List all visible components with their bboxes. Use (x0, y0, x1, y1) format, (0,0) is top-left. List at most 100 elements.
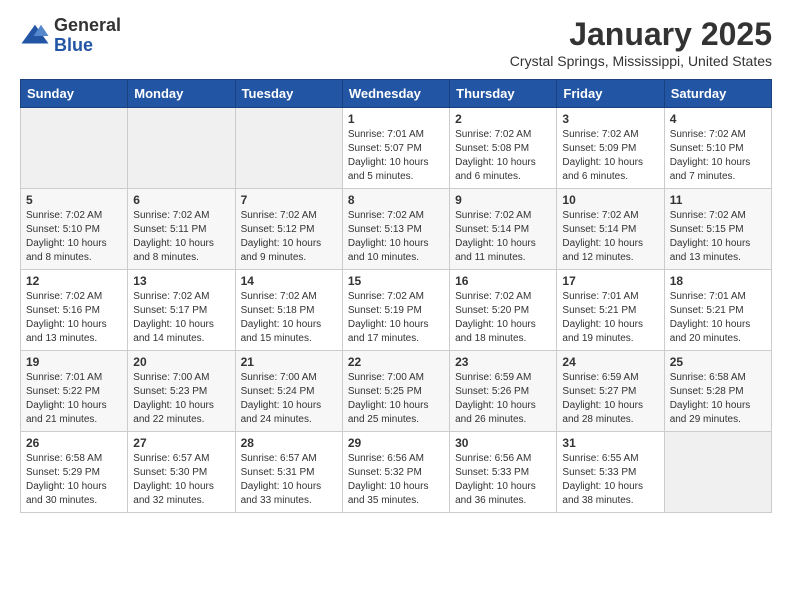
calendar-cell: 4 Sunrise: 7:02 AMSunset: 5:10 PMDaylight… (664, 108, 771, 189)
logo: General Blue (20, 16, 121, 56)
cell-content: Sunrise: 7:01 AMSunset: 5:07 PMDaylight:… (348, 128, 444, 184)
day-number: 12 (26, 274, 122, 288)
logo-text: General Blue (54, 16, 121, 56)
cell-content: Sunrise: 7:02 AMSunset: 5:10 PMDaylight:… (670, 128, 766, 184)
calendar-cell: 21 Sunrise: 7:00 AMSunset: 5:24 PMDayligh… (235, 351, 342, 432)
calendar-cell: 17Sunrise: 7:01 AMSunset: 5:21 PMDayligh… (557, 270, 664, 351)
day-header-saturday: Saturday (664, 80, 771, 108)
header: General Blue January 2025 Crystal Spring… (20, 16, 772, 69)
day-number: 13 (133, 274, 229, 288)
cell-content: Sunrise: 7:02 AMSunset: 5:16 PMDaylight:… (26, 290, 122, 346)
page: General Blue January 2025 Crystal Spring… (0, 0, 792, 533)
calendar-cell: 16 Sunrise: 7:02 AMSunset: 5:20 PMDayligh… (450, 270, 557, 351)
day-number: 4 (670, 112, 766, 126)
logo-blue-text: Blue (54, 36, 121, 56)
calendar-header-row: SundayMondayTuesdayWednesdayThursdayFrid… (21, 80, 772, 108)
calendar-cell: 28Sunrise: 6:57 AMSunset: 5:31 PMDayligh… (235, 432, 342, 513)
day-number: 14 (241, 274, 337, 288)
cell-content: Sunrise: 7:02 AMSunset: 5:20 PMDaylight:… (455, 290, 551, 346)
calendar-cell: 15 Sunrise: 7:02 AMSunset: 5:19 PMDayligh… (342, 270, 449, 351)
calendar-table: SundayMondayTuesdayWednesdayThursdayFrid… (20, 79, 772, 513)
day-number: 17 (562, 274, 658, 288)
calendar-cell: 1 Sunrise: 7:01 AMSunset: 5:07 PMDaylight… (342, 108, 449, 189)
logo-icon (20, 21, 50, 51)
calendar-week-row: 5 Sunrise: 7:02 AMSunset: 5:10 PMDaylight… (21, 189, 772, 270)
day-number: 2 (455, 112, 551, 126)
day-number: 11 (670, 193, 766, 207)
day-number: 29 (348, 436, 444, 450)
calendar-cell: 24 Sunrise: 6:59 AMSunset: 5:27 PMDayligh… (557, 351, 664, 432)
calendar-cell: 5 Sunrise: 7:02 AMSunset: 5:10 PMDaylight… (21, 189, 128, 270)
calendar-cell: 14 Sunrise: 7:02 AMSunset: 5:18 PMDayligh… (235, 270, 342, 351)
day-number: 1 (348, 112, 444, 126)
day-number: 7 (241, 193, 337, 207)
cell-content: Sunrise: 7:02 AMSunset: 5:11 PMDaylight:… (133, 209, 229, 265)
cell-content: Sunrise: 7:02 AMSunset: 5:10 PMDaylight:… (26, 209, 122, 265)
calendar-cell: 25 Sunrise: 6:58 AMSunset: 5:28 PMDayligh… (664, 351, 771, 432)
day-number: 28 (241, 436, 337, 450)
day-number: 31 (562, 436, 658, 450)
calendar-cell: 23 Sunrise: 6:59 AMSunset: 5:26 PMDayligh… (450, 351, 557, 432)
calendar-cell: 12 Sunrise: 7:02 AMSunset: 5:16 PMDayligh… (21, 270, 128, 351)
day-number: 24 (562, 355, 658, 369)
cell-content: Sunrise: 6:55 AMSunset: 5:33 PMDaylight:… (562, 452, 658, 508)
calendar-cell: 9 Sunrise: 7:02 AMSunset: 5:14 PMDaylight… (450, 189, 557, 270)
day-number: 15 (348, 274, 444, 288)
cell-content: Sunrise: 6:59 AMSunset: 5:26 PMDaylight:… (455, 371, 551, 427)
cell-content: Sunrise: 6:58 AMSunset: 5:29 PMDaylight:… (26, 452, 122, 508)
logo-general-text: General (54, 16, 121, 36)
day-number: 5 (26, 193, 122, 207)
calendar-cell: 27Sunrise: 6:57 AMSunset: 5:30 PMDayligh… (128, 432, 235, 513)
day-header-wednesday: Wednesday (342, 80, 449, 108)
day-number: 6 (133, 193, 229, 207)
calendar-cell (664, 432, 771, 513)
cell-content: Sunrise: 7:02 AMSunset: 5:13 PMDaylight:… (348, 209, 444, 265)
cell-content: Sunrise: 7:02 AMSunset: 5:18 PMDaylight:… (241, 290, 337, 346)
calendar-cell: 10Sunrise: 7:02 AMSunset: 5:14 PMDayligh… (557, 189, 664, 270)
calendar-cell: 2 Sunrise: 7:02 AMSunset: 5:08 PMDaylight… (450, 108, 557, 189)
cell-content: Sunrise: 6:57 AMSunset: 5:30 PMDaylight:… (133, 452, 229, 508)
cell-content: Sunrise: 7:01 AMSunset: 5:21 PMDaylight:… (670, 290, 766, 346)
title-block: January 2025 Crystal Springs, Mississipp… (510, 16, 772, 69)
calendar-cell: 19Sunrise: 7:01 AMSunset: 5:22 PMDayligh… (21, 351, 128, 432)
cell-content: Sunrise: 7:00 AMSunset: 5:24 PMDaylight:… (241, 371, 337, 427)
day-number: 23 (455, 355, 551, 369)
month-title: January 2025 (510, 16, 772, 53)
calendar-cell: 8 Sunrise: 7:02 AMSunset: 5:13 PMDaylight… (342, 189, 449, 270)
day-number: 16 (455, 274, 551, 288)
cell-content: Sunrise: 7:02 AMSunset: 5:08 PMDaylight:… (455, 128, 551, 184)
location: Crystal Springs, Mississippi, United Sta… (510, 53, 772, 69)
calendar-cell (128, 108, 235, 189)
day-number: 8 (348, 193, 444, 207)
day-number: 21 (241, 355, 337, 369)
cell-content: Sunrise: 7:02 AMSunset: 5:14 PMDaylight:… (455, 209, 551, 265)
calendar-cell (235, 108, 342, 189)
calendar-cell: 3Sunrise: 7:02 AMSunset: 5:09 PMDaylight… (557, 108, 664, 189)
day-number: 19 (26, 355, 122, 369)
day-number: 22 (348, 355, 444, 369)
calendar-cell (21, 108, 128, 189)
calendar-cell: 18Sunrise: 7:01 AMSunset: 5:21 PMDayligh… (664, 270, 771, 351)
calendar-week-row: 19Sunrise: 7:01 AMSunset: 5:22 PMDayligh… (21, 351, 772, 432)
cell-content: Sunrise: 6:56 AMSunset: 5:32 PMDaylight:… (348, 452, 444, 508)
calendar-cell: 30Sunrise: 6:56 AMSunset: 5:33 PMDayligh… (450, 432, 557, 513)
day-number: 25 (670, 355, 766, 369)
day-header-tuesday: Tuesday (235, 80, 342, 108)
cell-content: Sunrise: 7:02 AMSunset: 5:19 PMDaylight:… (348, 290, 444, 346)
cell-content: Sunrise: 7:00 AMSunset: 5:25 PMDaylight:… (348, 371, 444, 427)
cell-content: Sunrise: 7:02 AMSunset: 5:09 PMDaylight:… (562, 128, 658, 184)
calendar-cell: 22 Sunrise: 7:00 AMSunset: 5:25 PMDayligh… (342, 351, 449, 432)
cell-content: Sunrise: 7:02 AMSunset: 5:15 PMDaylight:… (670, 209, 766, 265)
cell-content: Sunrise: 6:59 AMSunset: 5:27 PMDaylight:… (562, 371, 658, 427)
day-number: 20 (133, 355, 229, 369)
day-header-sunday: Sunday (21, 80, 128, 108)
day-number: 9 (455, 193, 551, 207)
calendar-cell: 7 Sunrise: 7:02 AMSunset: 5:12 PMDaylight… (235, 189, 342, 270)
calendar-cell: 6 Sunrise: 7:02 AMSunset: 5:11 PMDaylight… (128, 189, 235, 270)
day-header-thursday: Thursday (450, 80, 557, 108)
cell-content: Sunrise: 6:58 AMSunset: 5:28 PMDaylight:… (670, 371, 766, 427)
day-number: 26 (26, 436, 122, 450)
cell-content: Sunrise: 7:02 AMSunset: 5:12 PMDaylight:… (241, 209, 337, 265)
calendar-cell: 29 Sunrise: 6:56 AMSunset: 5:32 PMDayligh… (342, 432, 449, 513)
calendar-cell: 13Sunrise: 7:02 AMSunset: 5:17 PMDayligh… (128, 270, 235, 351)
